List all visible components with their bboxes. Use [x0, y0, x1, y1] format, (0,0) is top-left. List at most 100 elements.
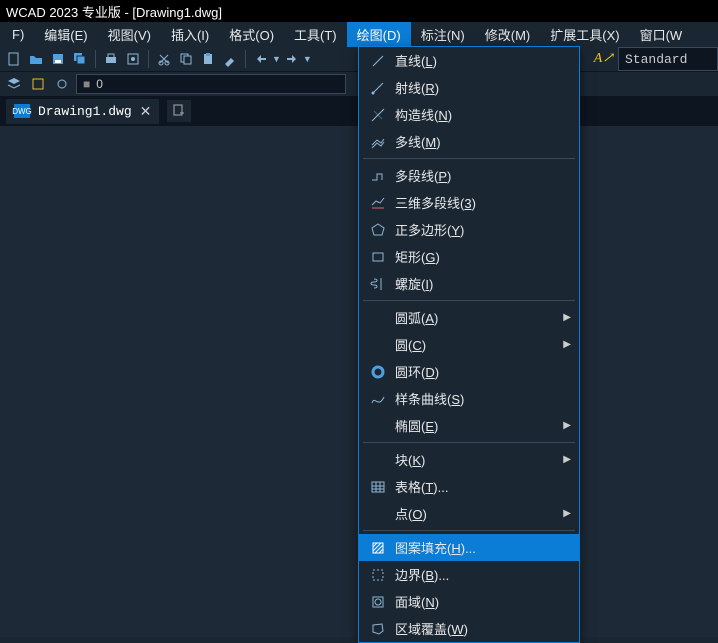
- line-icon: [367, 52, 389, 70]
- paste-icon[interactable]: [198, 49, 218, 69]
- open-icon[interactable]: [26, 49, 46, 69]
- spline-icon: [367, 390, 389, 408]
- submenu-arrow-icon: ▶: [563, 420, 571, 431]
- menu-item[interactable]: 多段线(P): [359, 162, 579, 189]
- layer-freeze-icon[interactable]: [52, 74, 72, 94]
- textstyle-icon[interactable]: A↗: [594, 50, 614, 67]
- saveall-icon[interactable]: [70, 49, 90, 69]
- menu-item-label: 直线(L): [389, 51, 571, 70]
- menu-item[interactable]: 椭圆(E)▶: [359, 412, 579, 439]
- menu-item-label: 圆弧(A): [389, 308, 563, 327]
- menu-item-label: 区域覆盖(W): [389, 619, 571, 638]
- menubar: F)编辑(E)视图(V)插入(I)格式(O)工具(T)绘图(D)标注(N)修改(…: [0, 22, 718, 46]
- menu-item[interactable]: 插入(I): [161, 22, 219, 47]
- submenu-arrow-icon: ▶: [563, 454, 571, 465]
- menu-item-label: 多段线(P): [389, 166, 571, 185]
- menu-item-label: 正多边形(Y): [389, 220, 571, 239]
- file-tab-name: Drawing1.dwg: [38, 104, 132, 119]
- helix-icon: [367, 275, 389, 293]
- menu-separator: [363, 530, 575, 531]
- style-dropdown[interactable]: Standard: [618, 47, 718, 71]
- menu-item-label: 圆(C): [389, 335, 563, 354]
- dropdown-arrow-icon[interactable]: ▼: [303, 54, 312, 64]
- menu-item[interactable]: 扩展工具(X): [540, 22, 629, 47]
- blank-icon: [367, 336, 389, 354]
- region-icon: [367, 593, 389, 611]
- menu-item[interactable]: 构造线(N): [359, 101, 579, 128]
- blank-icon: [367, 505, 389, 523]
- dropdown-arrow-icon[interactable]: ▼: [272, 54, 281, 64]
- rect-icon: [367, 248, 389, 266]
- print-icon[interactable]: [101, 49, 121, 69]
- menu-item-label: 螺旋(I): [389, 274, 571, 293]
- menu-item[interactable]: 格式(O): [219, 22, 284, 47]
- save-icon[interactable]: [48, 49, 68, 69]
- menu-item-label: 点(O): [389, 504, 563, 523]
- menu-item[interactable]: 块(K)▶: [359, 446, 579, 473]
- menu-item[interactable]: 绘图(D): [347, 22, 411, 47]
- toolbar-separator: [245, 50, 246, 68]
- menu-item[interactable]: 圆环(D): [359, 358, 579, 385]
- blank-icon: [367, 309, 389, 327]
- donut-icon: [367, 363, 389, 381]
- toolbar-separator: [148, 50, 149, 68]
- layer-state-icon[interactable]: [28, 74, 48, 94]
- menu-item[interactable]: 圆弧(A)▶: [359, 304, 579, 331]
- menu-item-label: 块(K): [389, 450, 563, 469]
- file-tab[interactable]: DWG Drawing1.dwg ✕: [6, 99, 159, 124]
- menu-item[interactable]: 工具(T): [284, 22, 347, 47]
- menu-item[interactable]: 视图(V): [98, 22, 161, 47]
- window-title: WCAD 2023 专业版 - [Drawing1.dwg]: [6, 5, 222, 20]
- menu-item-label: 面域(N): [389, 592, 571, 611]
- matchprop-icon[interactable]: [220, 49, 240, 69]
- menu-item[interactable]: 表格(T)...: [359, 473, 579, 500]
- submenu-arrow-icon: ▶: [563, 508, 571, 519]
- cut-icon[interactable]: [154, 49, 174, 69]
- layer-dropdown[interactable]: ■ 0: [76, 74, 346, 94]
- menu-item[interactable]: 面域(N): [359, 588, 579, 615]
- layer-manager-icon[interactable]: [4, 74, 24, 94]
- menu-item[interactable]: 编辑(E): [34, 22, 97, 47]
- menu-separator: [363, 300, 575, 301]
- menu-item-label: 矩形(G): [389, 247, 571, 266]
- menu-item[interactable]: 射线(R): [359, 74, 579, 101]
- menu-item-label: 边界(B)...: [389, 565, 571, 584]
- menu-item[interactable]: 矩形(G): [359, 243, 579, 270]
- blank-icon: [367, 417, 389, 435]
- undo-icon[interactable]: [251, 49, 271, 69]
- menu-item-label: 三维多段线(3): [389, 193, 571, 212]
- preview-icon[interactable]: [123, 49, 143, 69]
- titlebar: WCAD 2023 专业版 - [Drawing1.dwg]: [0, 0, 718, 22]
- submenu-arrow-icon: ▶: [563, 339, 571, 350]
- menu-item[interactable]: 圆(C)▶: [359, 331, 579, 358]
- menu-separator: [363, 158, 575, 159]
- menu-item-label: 构造线(N): [389, 105, 571, 124]
- menu-item[interactable]: 边界(B)...: [359, 561, 579, 588]
- close-tab-icon[interactable]: ✕: [140, 103, 152, 120]
- toolbar-separator: [95, 50, 96, 68]
- menu-item[interactable]: 直线(L): [359, 47, 579, 74]
- menu-item[interactable]: 正多边形(Y): [359, 216, 579, 243]
- hatch-icon: [367, 539, 389, 557]
- new-tab-button[interactable]: [167, 100, 191, 122]
- menu-item[interactable]: 修改(M): [475, 22, 541, 47]
- menu-item[interactable]: 图案填充(H)...: [359, 534, 579, 561]
- menu-item[interactable]: 点(O)▶: [359, 500, 579, 527]
- ray-icon: [367, 79, 389, 97]
- table-icon: [367, 478, 389, 496]
- polygon-icon: [367, 221, 389, 239]
- copy-icon[interactable]: [176, 49, 196, 69]
- new-icon[interactable]: [4, 49, 24, 69]
- menu-item[interactable]: 标注(N): [411, 22, 475, 47]
- redo-icon[interactable]: [282, 49, 302, 69]
- submenu-arrow-icon: ▶: [563, 312, 571, 323]
- menu-item[interactable]: F): [2, 24, 34, 45]
- menu-item[interactable]: 区域覆盖(W): [359, 615, 579, 642]
- menu-item-label: 表格(T)...: [389, 477, 571, 496]
- boundary-icon: [367, 566, 389, 584]
- menu-item[interactable]: 三维多段线(3): [359, 189, 579, 216]
- menu-item[interactable]: 窗口(W: [630, 22, 693, 47]
- menu-item[interactable]: 样条曲线(S): [359, 385, 579, 412]
- menu-item[interactable]: 多线(M): [359, 128, 579, 155]
- menu-item[interactable]: 螺旋(I): [359, 270, 579, 297]
